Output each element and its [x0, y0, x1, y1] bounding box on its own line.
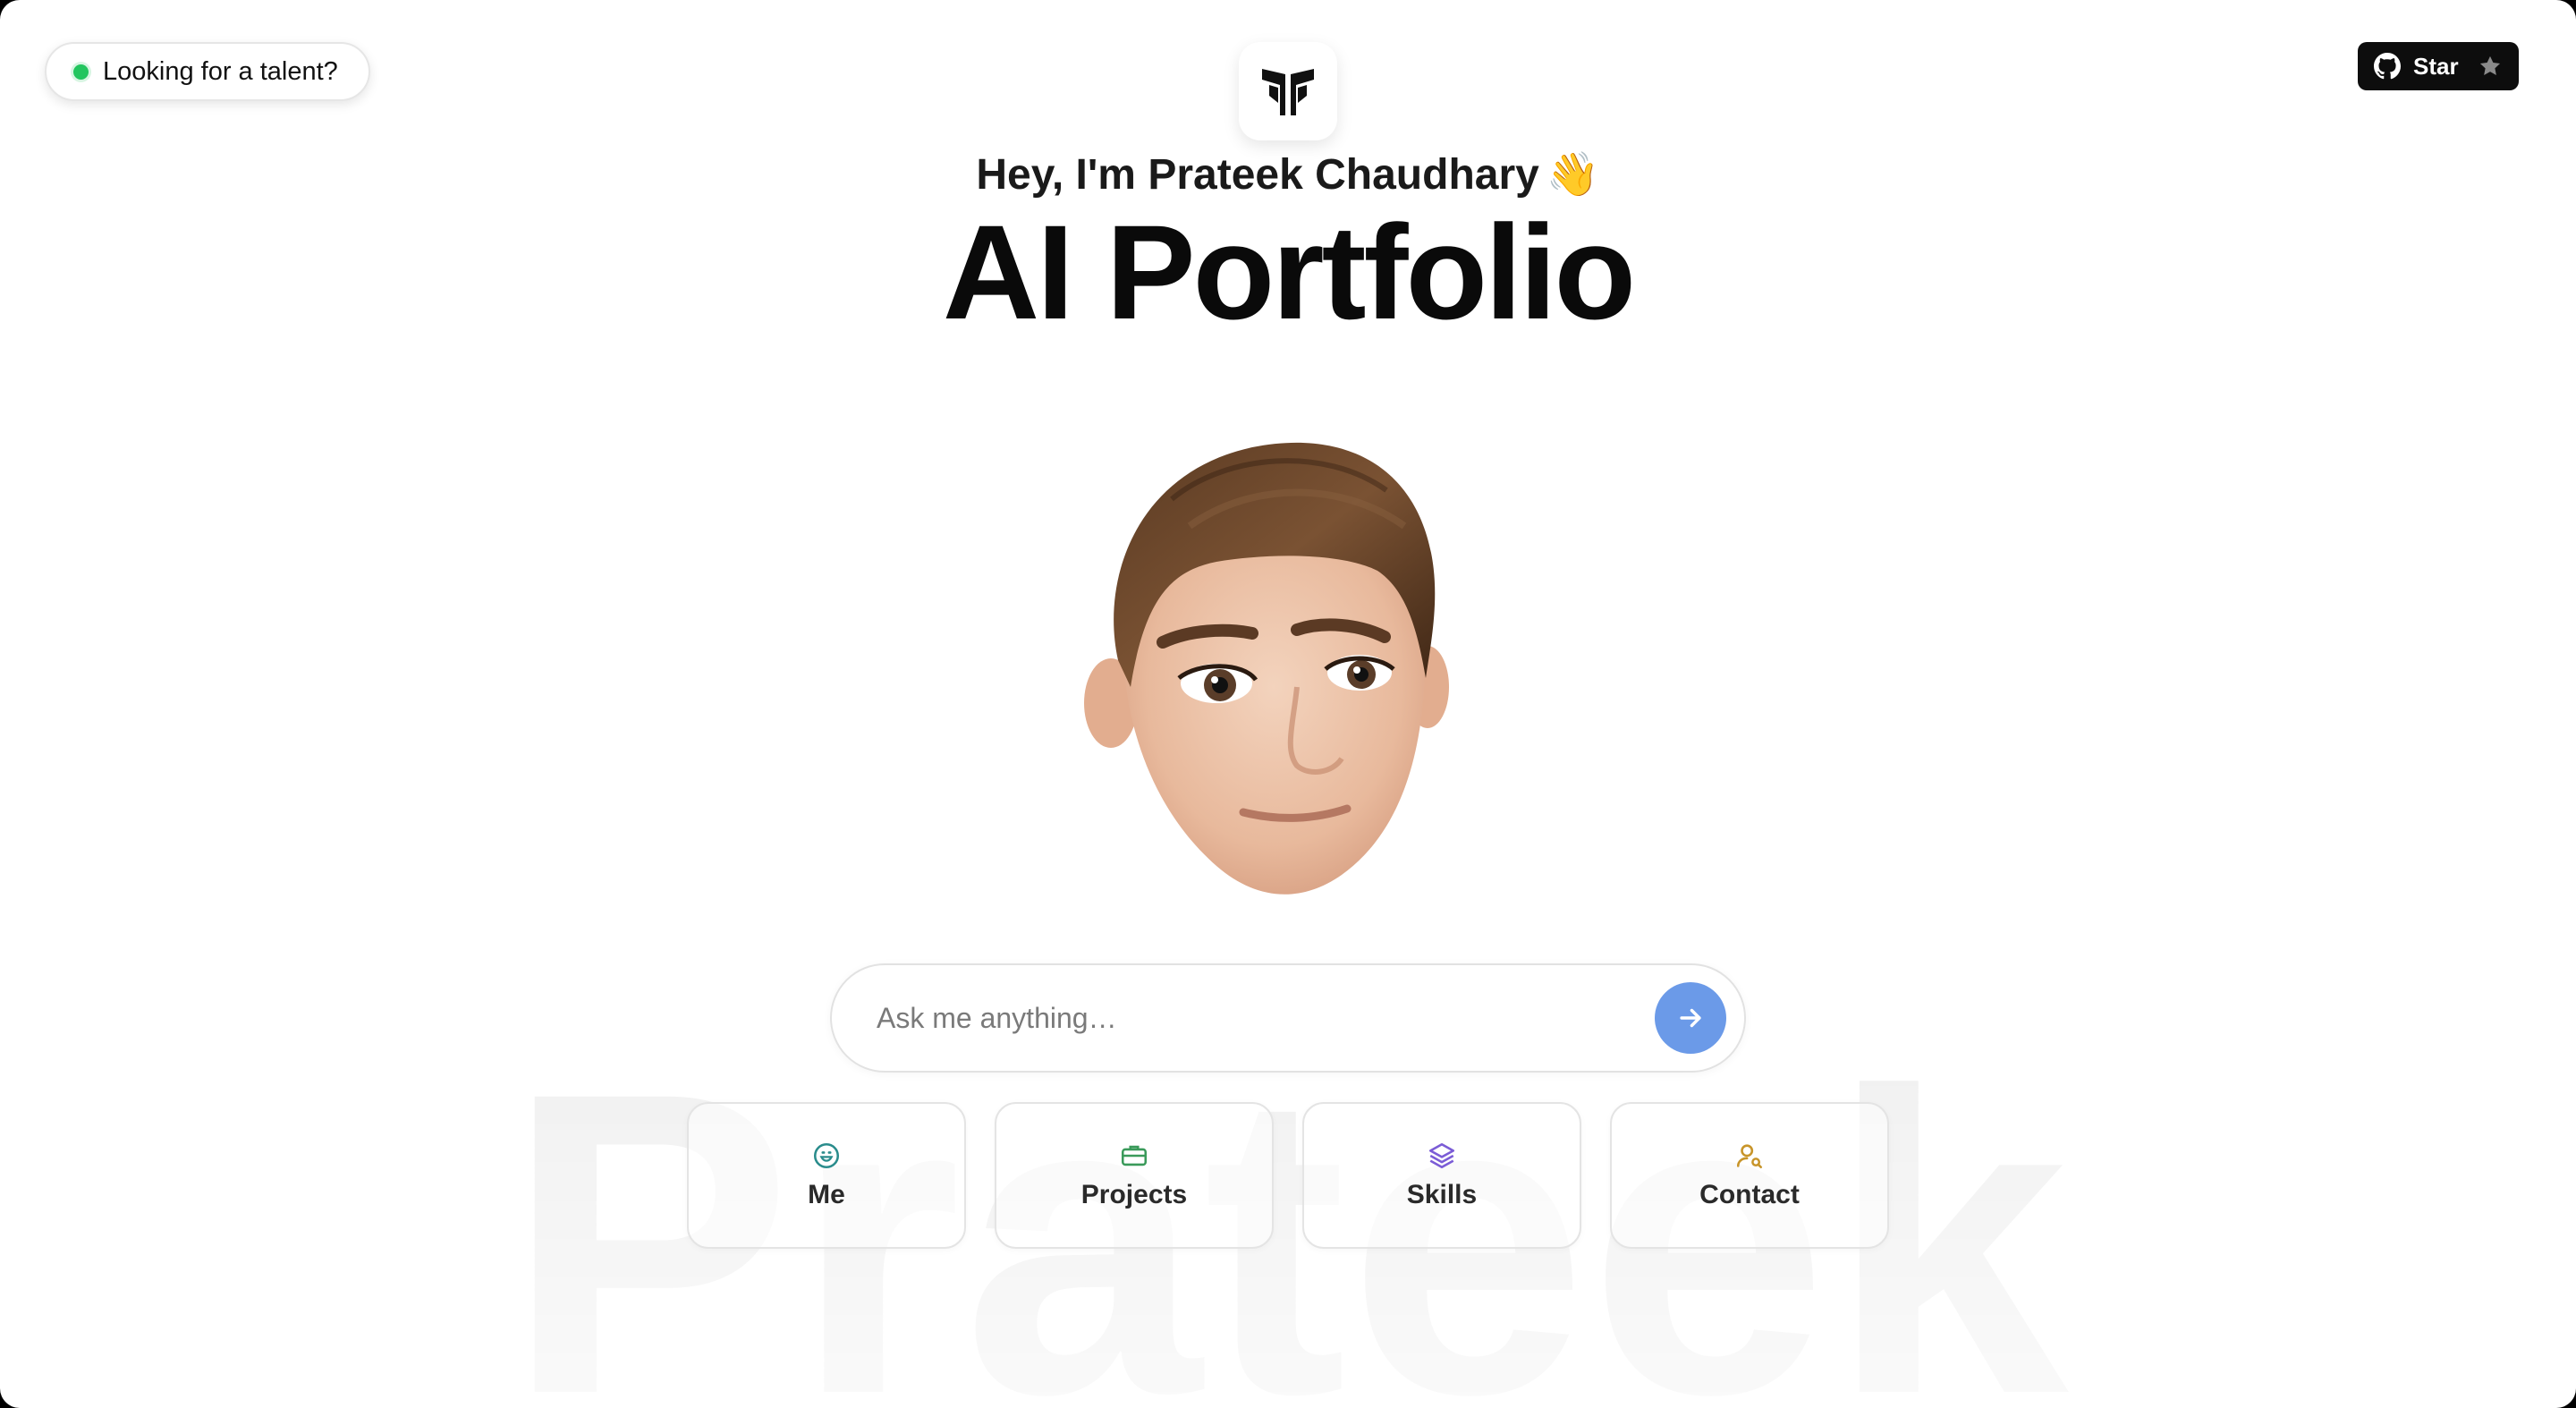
user-search-icon [1734, 1141, 1765, 1171]
quick-actions: Me Projects Skills Contact [687, 1102, 1889, 1249]
github-icon [2374, 53, 2401, 80]
avatar [1084, 442, 1449, 895]
card-label: Contact [1699, 1180, 1800, 1209]
arrow-right-icon [1680, 1008, 1701, 1028]
card-label: Projects [1080, 1180, 1188, 1209]
status-dot-icon [73, 64, 89, 80]
star-icon [2478, 54, 2503, 79]
greeting-text: Hey, I'm Prateek Chaudhary [976, 151, 1539, 199]
site-logo[interactable] [1239, 42, 1337, 140]
smile-icon [811, 1141, 842, 1171]
ask-bar [830, 963, 1746, 1073]
send-button[interactable] [1655, 982, 1726, 1054]
card-contact[interactable]: Contact [1610, 1102, 1889, 1249]
card-label: Me [808, 1180, 845, 1209]
greeting: Hey, I'm Prateek Chaudhary 👋 [0, 148, 2576, 199]
card-projects[interactable]: Projects [995, 1102, 1274, 1249]
github-star-button[interactable]: Star [2358, 42, 2519, 90]
card-label: Skills [1406, 1180, 1478, 1209]
github-star-label: Star [2413, 52, 2459, 80]
waving-hand-icon: 👋 [1546, 151, 1600, 199]
ask-input[interactable] [875, 1000, 1655, 1036]
talent-pill-label: Looking for a talent? [103, 56, 338, 86]
looking-for-talent-button[interactable]: Looking for a talent? [45, 42, 370, 101]
layers-icon [1427, 1141, 1457, 1171]
page: Prateek Looking for a talent? Star Hey, … [0, 0, 2576, 1408]
briefcase-icon [1119, 1141, 1149, 1171]
card-skills[interactable]: Skills [1302, 1102, 1581, 1249]
page-title: AI Portfolio [942, 197, 1636, 347]
card-me[interactable]: Me [687, 1102, 966, 1249]
logo-icon [1262, 69, 1314, 115]
